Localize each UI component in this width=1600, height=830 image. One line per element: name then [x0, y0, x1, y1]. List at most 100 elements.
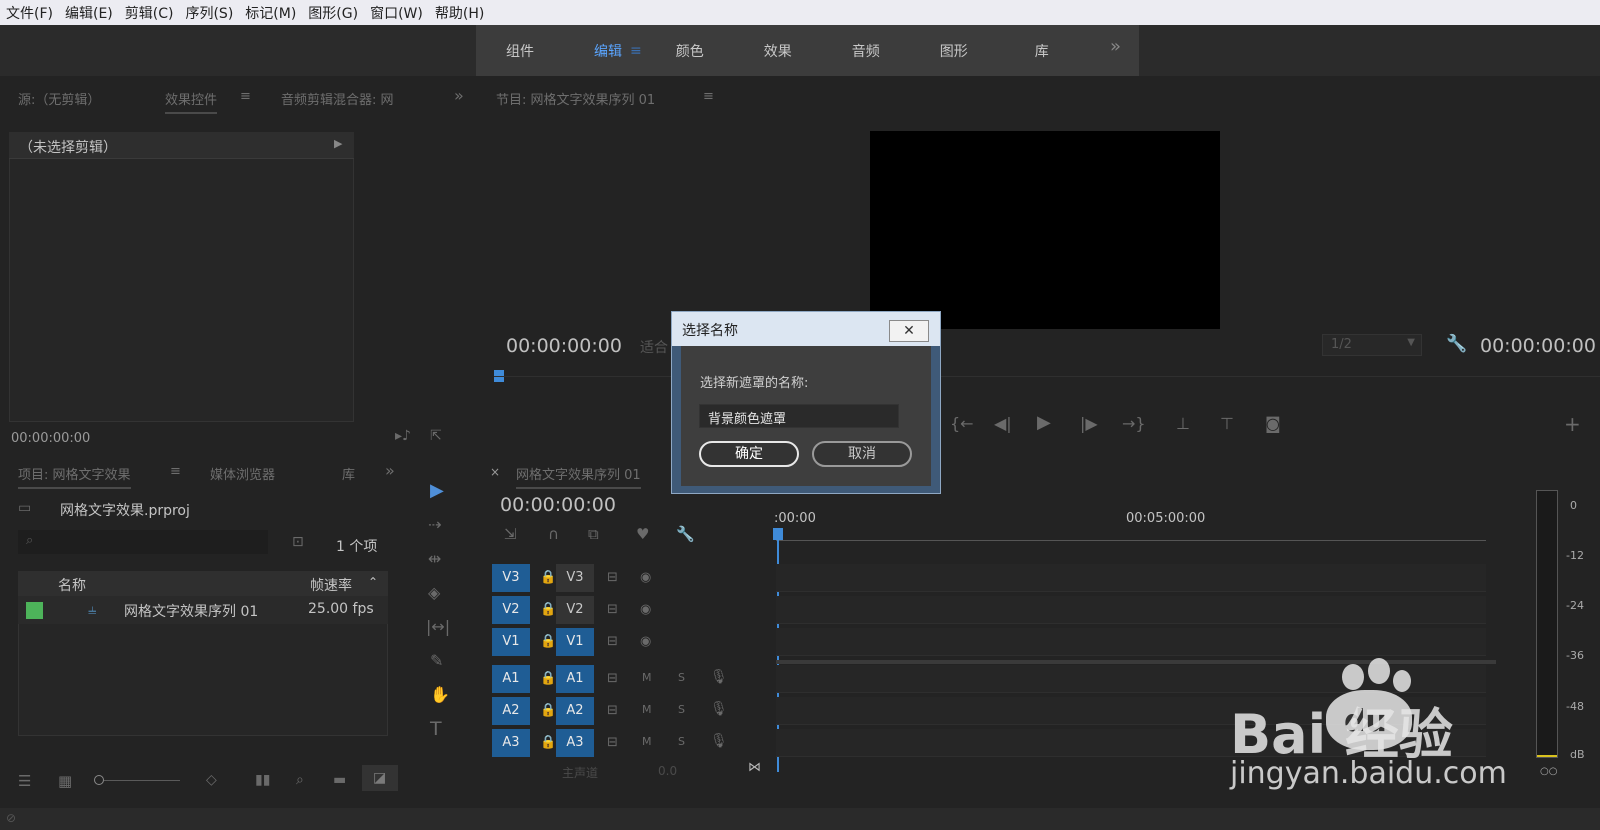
sync-lock-icon[interactable]: ⊟ — [607, 735, 618, 750]
zoom-slider-track[interactable] — [104, 780, 180, 781]
project-more-icon[interactable]: » — [385, 461, 395, 480]
razor-tool-icon[interactable]: ◈ — [428, 583, 440, 602]
sync-lock-icon[interactable]: ⊟ — [607, 671, 618, 686]
track-select-tool-icon[interactable]: ⇢ — [428, 515, 441, 534]
microphone-icon[interactable]: 🎙 — [710, 669, 728, 685]
menu-clip[interactable]: 剪辑(C) — [125, 3, 174, 23]
program-title[interactable]: 节目: 网格文字效果序列 01 — [496, 89, 655, 108]
track-target-v1[interactable]: V1 — [492, 628, 530, 656]
solo-button[interactable]: S — [678, 735, 685, 748]
zoom-to-sequence-icon[interactable]: ⋈ — [748, 760, 761, 775]
workspace-tab-color[interactable]: 颜色 — [646, 41, 734, 61]
program-timecode-current[interactable]: 00:00:00:00 — [506, 335, 622, 357]
lock-icon[interactable]: 🔒 — [540, 703, 556, 718]
matte-name-input[interactable]: 背景颜色遮罩 — [699, 404, 899, 428]
linked-selection-icon[interactable]: ⧉ — [588, 525, 599, 543]
mute-button[interactable]: M — [642, 735, 652, 748]
microphone-icon[interactable]: 🎙 — [710, 701, 728, 717]
pen-tool-icon[interactable]: ✎ — [430, 651, 443, 670]
workspace-menu-icon[interactable]: ≡ — [630, 43, 642, 59]
mute-button[interactable]: M — [642, 703, 652, 716]
play-icon[interactable]: ▶ — [1037, 412, 1051, 433]
icon-view-icon[interactable]: ▦ — [58, 772, 72, 790]
tab-media-browser[interactable]: 媒体浏览器 — [210, 464, 275, 483]
track-header-a2[interactable]: A2 — [556, 697, 594, 725]
zoom-slider-handle[interactable] — [94, 775, 104, 785]
workspace-tab-effects[interactable]: 效果 — [734, 41, 822, 61]
menu-file[interactable]: 文件(F) — [6, 3, 53, 23]
track-header-a1[interactable]: A1 — [556, 665, 594, 693]
mute-button[interactable]: M — [642, 671, 652, 684]
track-header-a3[interactable]: A3 — [556, 729, 594, 757]
panel-more-icon[interactable]: » — [454, 86, 464, 105]
lock-icon[interactable]: 🔒 — [540, 634, 556, 649]
microphone-icon[interactable]: 🎙 — [710, 733, 728, 749]
tab-libraries[interactable]: 库 — [342, 464, 355, 483]
track-target-a3[interactable]: A3 — [492, 729, 530, 757]
expand-right-icon[interactable]: ▶ — [334, 137, 342, 150]
workspace-tab-graphics[interactable]: 图形 — [910, 41, 998, 61]
menu-help[interactable]: 帮助(H) — [435, 3, 484, 23]
workspace-more-icon[interactable]: » — [1110, 36, 1121, 57]
resolution-select[interactable]: 1/2 ▼ — [1322, 334, 1422, 356]
eye-icon[interactable]: ◉ — [640, 570, 651, 585]
label-color-swatch[interactable] — [26, 602, 43, 619]
timeline-timecode[interactable]: 00:00:00:00 — [500, 494, 616, 516]
master-track-value[interactable]: 0.0 — [658, 764, 677, 778]
snap-icon[interactable]: ∩ — [548, 525, 559, 543]
solo-button[interactable]: S — [678, 703, 685, 716]
column-fps-header[interactable]: 帧速率 — [310, 575, 352, 595]
add-button-icon[interactable]: + — [1564, 412, 1581, 436]
ripple-edit-tool-icon[interactable]: ⇹ — [428, 549, 441, 568]
workspace-tab-assembly[interactable]: 组件 — [476, 41, 564, 61]
program-menu-icon[interactable]: ≡ — [703, 89, 714, 104]
project-search-input[interactable]: ⌕ — [18, 530, 268, 554]
column-name-header[interactable]: 名称 — [58, 575, 86, 595]
lock-icon[interactable]: 🔒 — [540, 735, 556, 750]
track-header-v2[interactable]: V2 — [556, 596, 594, 624]
menu-graphics[interactable]: 图形(G) — [308, 3, 358, 23]
menu-sequence[interactable]: 序列(S) — [185, 3, 233, 23]
menu-window[interactable]: 窗口(W) — [370, 3, 423, 23]
lift-icon[interactable]: ⊥ — [1176, 414, 1190, 433]
new-item-button[interactable]: ◪ — [362, 765, 398, 791]
tab-source[interactable]: 源:（无剪辑） — [18, 89, 100, 108]
track-row-v1[interactable] — [776, 628, 1486, 656]
lock-icon[interactable]: 🔒 — [540, 570, 556, 585]
list-view-icon[interactable]: ☰ — [18, 772, 31, 790]
track-row-v3[interactable] — [776, 564, 1486, 592]
step-back-icon[interactable]: ◀| — [994, 414, 1012, 433]
sort-ascending-icon[interactable]: ⌃ — [368, 575, 378, 589]
tab-audio-clip-mixer[interactable]: 音频剪辑混合器: 网 — [281, 89, 394, 108]
lock-icon[interactable]: 🔒 — [540, 602, 556, 617]
camera-icon[interactable]: ◙ — [1265, 414, 1281, 433]
project-menu-icon[interactable]: ≡ — [170, 464, 181, 479]
track-target-v2[interactable]: V2 — [492, 596, 530, 624]
time-ruler[interactable] — [776, 540, 1486, 541]
sync-lock-icon[interactable]: ⊟ — [607, 703, 618, 718]
new-bin-icon[interactable]: ▬ — [333, 772, 346, 788]
zoom-fit-select[interactable]: 适合 — [640, 337, 668, 357]
eye-icon[interactable]: ◉ — [640, 602, 651, 617]
find-icon[interactable]: ⌕ — [296, 772, 304, 788]
sync-lock-icon[interactable]: ⊟ — [607, 602, 618, 617]
menu-edit[interactable]: 编辑(E) — [65, 3, 113, 23]
list-item[interactable]: ⫨ 网格文字效果序列 01 25.00 fps — [18, 596, 388, 624]
export-icon[interactable]: ⇱ — [430, 428, 442, 444]
sync-lock-icon[interactable]: ⊟ — [607, 570, 618, 585]
new-bin-from-search-icon[interactable]: ⊡ — [292, 534, 304, 550]
automate-to-sequence-icon[interactable]: ▮▮ — [255, 772, 270, 788]
program-scrub-bar[interactable] — [494, 376, 1600, 377]
cancel-button[interactable]: 取消 — [812, 441, 912, 467]
track-target-v3[interactable]: V3 — [492, 564, 530, 592]
timeline-playhead-handle[interactable] — [773, 528, 783, 540]
type-tool-icon[interactable]: T — [430, 718, 442, 740]
tab-effect-controls[interactable]: 效果控件 — [165, 89, 218, 114]
timeline-settings-wrench-icon[interactable]: 🔧 — [676, 525, 695, 543]
slip-tool-icon[interactable]: |↔| — [426, 617, 450, 636]
track-target-a2[interactable]: A2 — [492, 697, 530, 725]
add-marker-icon[interactable]: ♥ — [636, 525, 649, 543]
status-icon[interactable]: ⊘ — [6, 811, 16, 825]
track-header-v3[interactable]: V3 — [556, 564, 594, 592]
close-icon[interactable]: × — [490, 465, 500, 479]
